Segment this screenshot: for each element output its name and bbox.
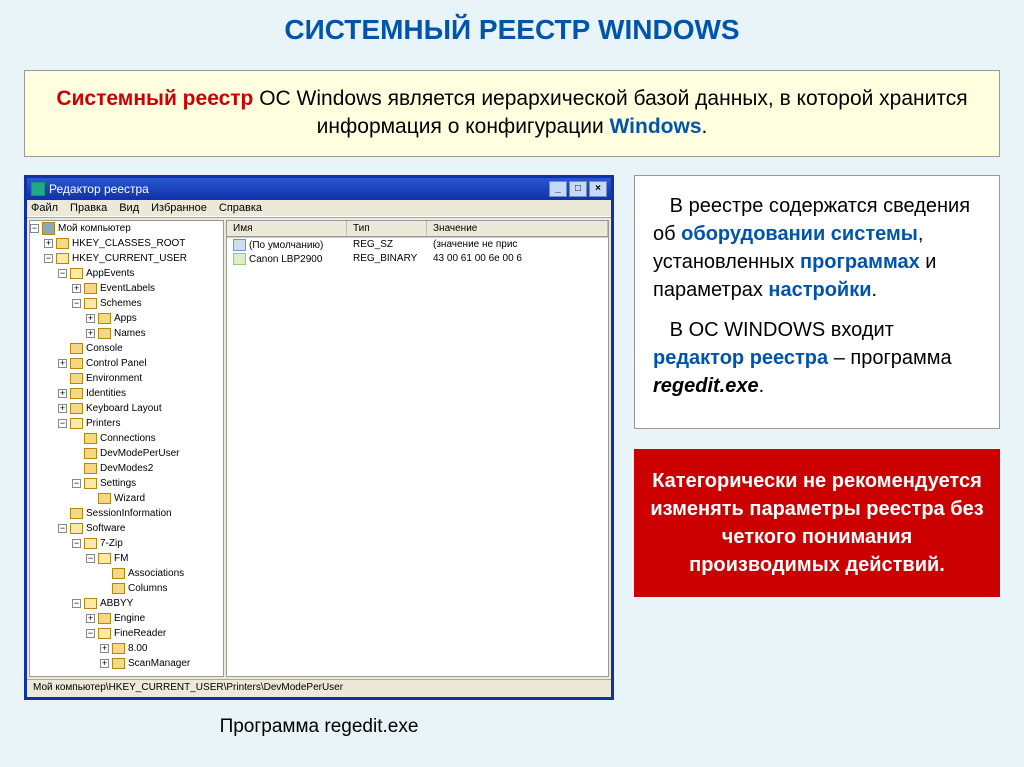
slide-title: СИСТЕМНЫЙ РЕЕСТР WINDOWS (0, 0, 1024, 56)
intro-box: Системный реестр ОС Windows является иер… (24, 70, 1000, 157)
minimize-button[interactable]: _ (549, 181, 567, 197)
folder-icon (70, 343, 83, 354)
string-value-icon (233, 239, 246, 251)
menu-file[interactable]: Файл (31, 202, 58, 214)
values-pane[interactable]: Имя Тип Значение (По умолчанию) REG_SZ (… (226, 220, 609, 677)
folder-icon (70, 403, 83, 414)
folder-icon (98, 628, 111, 639)
folder-icon (70, 418, 83, 429)
folder-icon (84, 433, 97, 444)
folder-icon (84, 598, 97, 609)
statusbar: Мой компьютер\HKEY_CURRENT_USER\Printers… (27, 679, 611, 697)
intro-highlight1: Системный реестр (56, 87, 253, 110)
folder-icon (84, 478, 97, 489)
folder-icon (98, 328, 111, 339)
folder-icon (84, 283, 97, 294)
folder-icon (98, 493, 111, 504)
menubar: Файл Правка Вид Избранное Справка (27, 200, 611, 217)
folder-icon (70, 523, 83, 534)
folder-icon (56, 238, 69, 249)
folder-icon (112, 658, 125, 669)
computer-icon (42, 222, 55, 235)
menu-fav[interactable]: Избранное (151, 202, 207, 214)
folder-icon (84, 463, 97, 474)
folder-icon (56, 253, 69, 264)
folder-icon (70, 373, 83, 384)
folder-icon (112, 568, 125, 579)
binary-value-icon (233, 253, 246, 265)
folder-icon (84, 448, 97, 459)
folder-icon (70, 268, 83, 279)
list-item[interactable]: (По умолчанию) REG_SZ (значение не прис (227, 238, 608, 252)
figure-caption: Программа regedit.exe (24, 716, 614, 738)
window-title: Редактор реестра (49, 182, 549, 196)
list-item[interactable]: Canon LBP2900 REG_BINARY 43 00 61 00 6e … (227, 252, 608, 266)
menu-view[interactable]: Вид (119, 202, 139, 214)
folder-icon (98, 313, 111, 324)
info-box: В реестре содержатся сведения об оборудо… (634, 175, 1000, 429)
folder-icon (70, 388, 83, 399)
col-value[interactable]: Значение (427, 221, 608, 237)
col-name[interactable]: Имя (227, 221, 347, 237)
tree-pane[interactable]: −Мой компьютер +HKEY_CLASSES_ROOT −HKEY_… (29, 220, 224, 677)
regedit-window: Редактор реестра _ □ × Файл Правка Вид И… (24, 175, 614, 700)
app-icon (31, 182, 45, 196)
folder-icon (84, 538, 97, 549)
col-type[interactable]: Тип (347, 221, 427, 237)
folder-icon (112, 643, 125, 654)
column-headers: Имя Тип Значение (227, 221, 608, 238)
menu-help[interactable]: Справка (219, 202, 262, 214)
folder-icon (112, 583, 125, 594)
folder-icon (98, 613, 111, 624)
folder-icon (98, 553, 111, 564)
maximize-button[interactable]: □ (569, 181, 587, 197)
warning-box: Категорически не рекомендуется изменять … (634, 449, 1000, 597)
folder-icon (70, 508, 83, 519)
titlebar: Редактор реестра _ □ × (27, 178, 611, 200)
folder-icon (70, 358, 83, 369)
close-button[interactable]: × (589, 181, 607, 197)
folder-icon (84, 298, 97, 309)
menu-edit[interactable]: Правка (70, 202, 107, 214)
